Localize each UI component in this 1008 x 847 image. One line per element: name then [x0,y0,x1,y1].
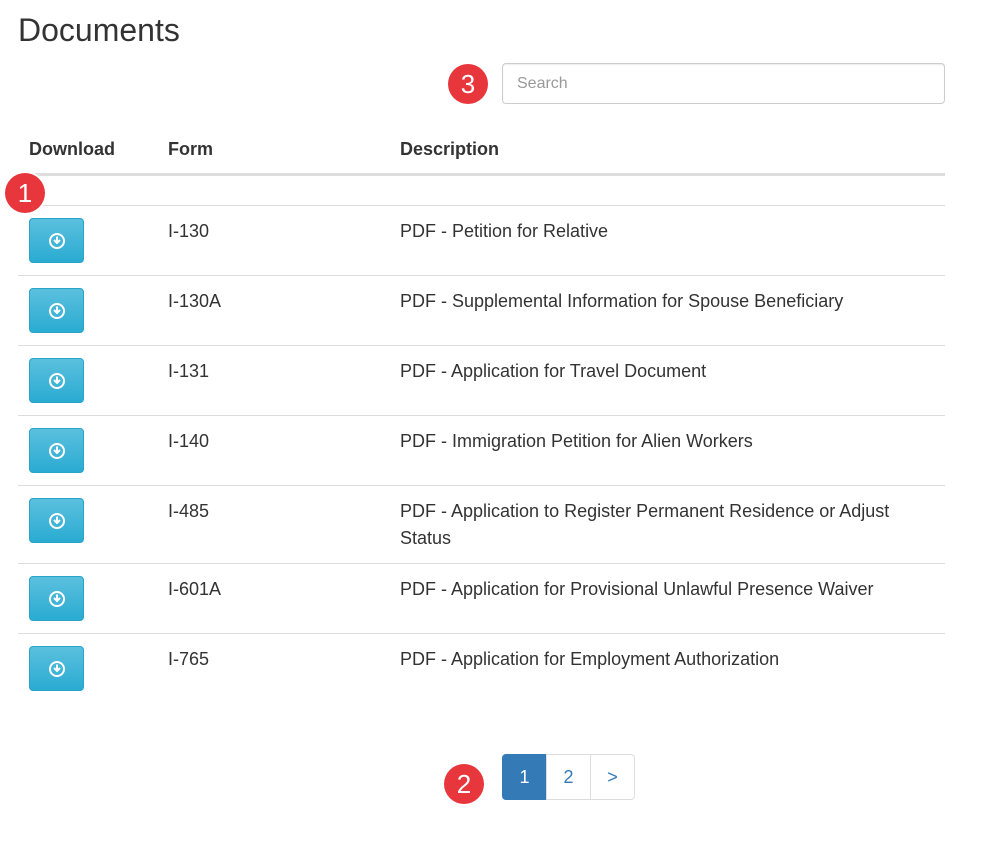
page-2-button[interactable]: 2 [546,754,591,800]
next-page-button[interactable]: > [590,754,635,800]
description-cell: PDF - Application for Provisional Unlawf… [400,579,874,599]
documents-table: Download Form Description I-130 PDF - Pe… [18,127,945,703]
annotation-badge-1: 1 [5,173,45,213]
download-button[interactable] [29,576,84,621]
download-button[interactable] [29,288,84,333]
description-cell: PDF - Petition for Relative [400,221,609,241]
annotation-badge-2: 2 [444,764,484,804]
description-cell: PDF - Immigration Petition for Alien Wor… [400,431,753,451]
download-button[interactable] [29,218,84,263]
annotation-badge-3: 3 [448,64,488,104]
circle-arrow-down-icon [48,442,65,459]
circle-arrow-down-icon [48,512,65,529]
header-description: Description [400,139,500,159]
page-title: Documents [18,12,180,48]
circle-arrow-down-icon [48,232,65,249]
description-cell: PDF - Supplemental Information for Spous… [400,291,844,311]
download-button[interactable] [29,428,84,473]
form-cell: I-140 [168,431,210,451]
form-cell: I-130 [168,221,210,241]
download-button[interactable] [29,498,84,543]
header-form: Form [168,139,213,159]
table-row: I-140 PDF - Immigration Petition for Ali… [18,416,945,486]
description-cell: PDF - Application for Employment Authori… [400,649,780,669]
form-cell: I-485 [168,501,210,521]
description-cell: PDF - Application for Travel Document [400,361,707,381]
form-cell: I-130A [168,291,222,311]
form-cell: I-601A [168,579,222,599]
circle-arrow-down-icon [48,590,65,607]
table-row: I-601A PDF - Application for Provisional… [18,564,945,634]
circle-arrow-down-icon [48,302,65,319]
table-row: I-765 PDF - Application for Employment A… [18,634,945,703]
circle-arrow-down-icon [48,372,65,389]
form-cell: I-765 [168,649,210,669]
download-button[interactable] [29,646,84,691]
table-row: I-130A PDF - Supplemental Information fo… [18,276,945,346]
pagination: 1 2 > [502,754,635,800]
form-cell: I-131 [168,361,210,381]
table-row: I-485 PDF - Application to Register Perm… [18,486,945,564]
download-button[interactable] [29,358,84,403]
header-download: Download [29,139,115,159]
empty-row [18,176,945,206]
table-row: I-131 PDF - Application for Travel Docum… [18,346,945,416]
description-cell: PDF - Application to Register Permanent … [400,501,890,548]
page-1-button[interactable]: 1 [502,754,547,800]
circle-arrow-down-icon [48,660,65,677]
table-row: I-130 PDF - Petition for Relative [18,206,945,276]
search-input[interactable] [502,63,945,104]
table-header: Download Form Description [18,127,945,176]
